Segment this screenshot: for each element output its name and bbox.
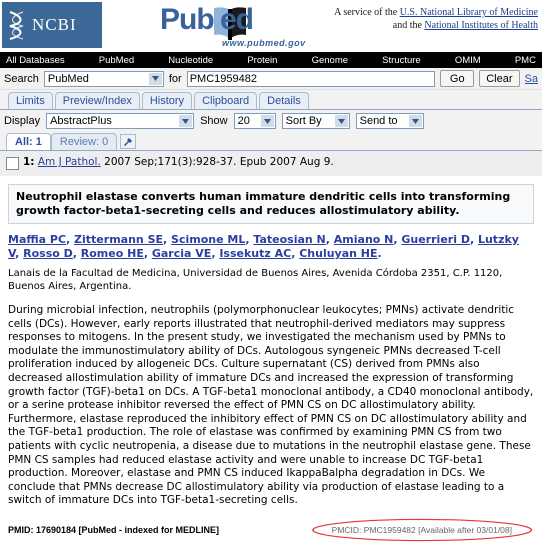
nih-link[interactable]: National Institutes of Health: [424, 20, 538, 31]
abstract-text: During microbial infection, neutrophils …: [8, 304, 534, 507]
display-format-value: AbstractPlus: [50, 115, 112, 127]
author-link[interactable]: Issekutz AC: [219, 247, 291, 260]
tab-limits[interactable]: Limits: [8, 92, 53, 109]
nav-item-omim[interactable]: OMIM: [455, 55, 481, 66]
save-search-link[interactable]: Sa: [525, 73, 538, 85]
database-select-value: PubMed: [47, 72, 89, 85]
nav-item-genome[interactable]: Genome: [312, 55, 348, 66]
display-format-select[interactable]: AbstractPlus: [46, 113, 195, 129]
show-count-select[interactable]: 20: [233, 113, 276, 129]
author-link[interactable]: Scimone ML: [171, 233, 245, 246]
chevron-down-icon: [179, 115, 193, 127]
citation-text: 1: Am J Pathol. 2007 Sep;171(3):928-37. …: [23, 156, 334, 168]
nav-item-all-databases[interactable]: All Databases: [6, 55, 65, 66]
nav-item-protein[interactable]: Protein: [247, 55, 277, 66]
search-input[interactable]: [186, 70, 436, 87]
result-filter-tabs: All: 1 Review: 0: [0, 132, 542, 151]
tab-all-results[interactable]: All: 1: [6, 133, 51, 150]
author-link[interactable]: Chuluyan HE: [299, 247, 377, 260]
pmid-text: PMID: 17690184 [PubMed - indexed for MED…: [8, 524, 220, 535]
author-list: Maffia PC, Zittermann SE, Scimone ML, Ta…: [8, 233, 519, 260]
pmcid-text: PMCID: PMC1959482 [Available after 03/01…: [331, 524, 512, 535]
go-button[interactable]: Go: [440, 70, 475, 87]
database-navbar: All Databases PubMed Nucleotide Protein …: [0, 52, 542, 68]
pmcid-annotation: PMCID: PMC1959482 [Available after 03/01…: [310, 518, 534, 542]
author-link[interactable]: Rosso D: [23, 247, 73, 260]
chevron-down-icon: [148, 72, 162, 85]
ncbi-logo[interactable]: NCBI: [2, 2, 102, 48]
article-record: Neutrophil elastase converts human immat…: [0, 176, 542, 542]
author-link[interactable]: Guerrieri D: [401, 233, 470, 246]
select-record-checkbox[interactable]: [6, 157, 19, 170]
journal-link[interactable]: Am J Pathol.: [38, 156, 101, 168]
author-link[interactable]: Amiano N: [334, 233, 394, 246]
author-link[interactable]: Zittermann SE: [74, 233, 163, 246]
nav-item-pmc[interactable]: PMC: [515, 55, 536, 66]
nav-item-pubmed[interactable]: PubMed: [99, 55, 134, 66]
tab-review-results[interactable]: Review: 0: [50, 133, 118, 150]
author-affiliation: Lanais de la Facultad de Medicina, Unive…: [8, 268, 503, 292]
record-identifiers: PMID: 17690184 [PubMed - indexed for MED…: [8, 518, 534, 542]
sort-by-value: Sort By: [285, 115, 322, 127]
nav-item-structure[interactable]: Structure: [382, 55, 421, 66]
ncbi-wordmark: NCBI: [32, 15, 77, 34]
send-to-value: Send to: [359, 115, 398, 127]
show-label: Show: [200, 115, 228, 127]
search-bar: Search PubMed for Go Clear Sa: [0, 68, 542, 90]
author-link[interactable]: Maffia PC: [8, 233, 66, 246]
sort-by-select[interactable]: Sort By: [281, 113, 350, 129]
citation-header: 1: Am J Pathol. 2007 Sep;171(3):928-37. …: [0, 151, 542, 176]
chevron-down-icon: [260, 115, 274, 127]
service-middle: and the: [392, 20, 422, 31]
clear-button[interactable]: Clear: [479, 70, 520, 87]
search-tools-tabs: Limits Preview/Index History Clipboard D…: [0, 90, 542, 110]
author-link[interactable]: Tateosian N: [253, 233, 325, 246]
tab-details[interactable]: Details: [259, 92, 309, 109]
dna-helix-icon: [9, 11, 24, 40]
tab-history[interactable]: History: [141, 92, 193, 109]
pubmed-logo-pub: Pub: [160, 3, 215, 36]
tab-preview-index[interactable]: Preview/Index: [54, 92, 140, 109]
for-label: for: [168, 72, 182, 85]
author-link[interactable]: Garcia VE: [152, 247, 211, 260]
page-header: NCBI Pub ed www.pubmed.gov A service of …: [0, 0, 542, 52]
nav-item-nucleotide[interactable]: Nucleotide: [168, 55, 213, 66]
service-credit: A service of the U.S. National Library o…: [334, 6, 538, 32]
search-label: Search: [4, 72, 39, 85]
citation-details: 2007 Sep;171(3):928-37. Epub 2007 Aug 9.: [100, 156, 334, 168]
send-to-select[interactable]: Send to: [355, 113, 424, 129]
chevron-down-icon: [408, 115, 422, 127]
service-prefix: A service of the: [334, 7, 398, 18]
record-number: 1:: [23, 156, 35, 168]
pubmed-logo-med: ed: [220, 3, 254, 36]
pubmed-url: www.pubmed.gov: [222, 38, 306, 48]
nlm-link[interactable]: U.S. National Library of Medicine: [400, 7, 538, 18]
tab-clipboard[interactable]: Clipboard: [194, 92, 258, 109]
display-label: Display: [4, 115, 41, 127]
chevron-down-icon: [334, 115, 348, 127]
author-link[interactable]: Romeo HE: [81, 247, 144, 260]
database-select[interactable]: PubMed: [43, 70, 164, 87]
article-title: Neutrophil elastase converts human immat…: [8, 184, 534, 224]
show-count-value: 20: [237, 115, 250, 127]
pubmed-logo[interactable]: Pub ed www.pubmed.gov: [160, 2, 310, 50]
display-toolbar: Display AbstractPlus Show 20 Sort By Sen…: [0, 110, 542, 132]
tools-icon[interactable]: [120, 134, 137, 149]
